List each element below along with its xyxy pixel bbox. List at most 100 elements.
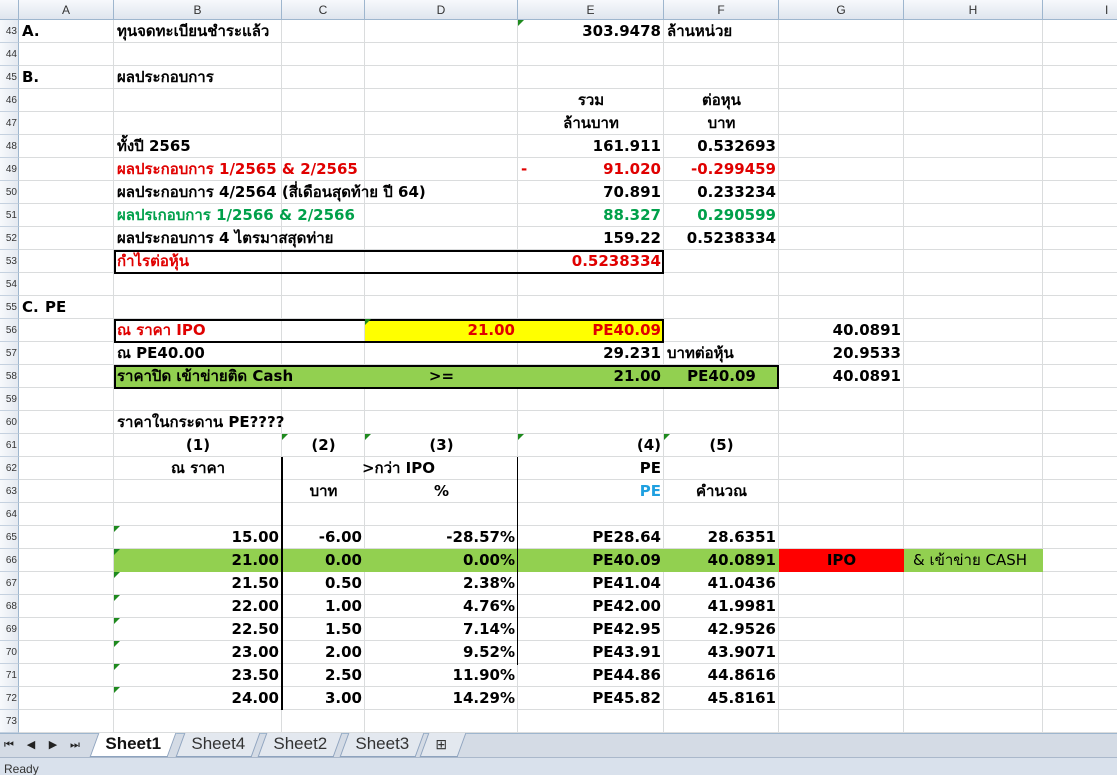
col-num-3[interactable]: (3) (365, 434, 518, 457)
header-percent[interactable]: % (365, 480, 518, 503)
pe-table-cell-price[interactable]: 23.00 (114, 641, 282, 664)
pe-table-cell-pe-label[interactable]: PE28.64 (518, 526, 664, 549)
column-header-i[interactable]: I (1043, 0, 1117, 20)
row-header[interactable]: 44 (0, 43, 19, 66)
pe-table-cell-diff-baht[interactable]: 2.50 (282, 664, 365, 687)
pe-table-cell-pe-label[interactable]: PE41.04 (518, 572, 664, 595)
pe-table-cell-diff-baht[interactable]: 1.00 (282, 595, 365, 618)
performance-row-total[interactable]: 161.911 (518, 135, 664, 158)
next-sheet-icon[interactable]: ▶ (46, 737, 60, 753)
section-c-label[interactable]: C. (19, 296, 42, 319)
pe-table-cell-diff-percent[interactable]: 2.38% (365, 572, 518, 595)
pe-table-cell-diff-percent[interactable]: 0.00% (365, 549, 518, 572)
row-header[interactable]: 59 (0, 388, 19, 411)
pe-table-cell-pe-label[interactable]: PE45.82 (518, 687, 664, 710)
col-num-2[interactable]: (2) (282, 434, 365, 457)
col-num-1[interactable]: (1) (114, 434, 282, 457)
header-total[interactable]: รวม (518, 89, 664, 112)
row-header[interactable]: 73 (0, 710, 19, 733)
pe-table-cell-pe-calc[interactable]: 43.9071 (664, 641, 779, 664)
column-header-g[interactable]: G (779, 0, 904, 20)
row-header[interactable]: 63 (0, 480, 19, 503)
paid-up-capital-value[interactable]: 303.9478 (518, 20, 664, 43)
pe-table-cell-price[interactable]: 22.00 (114, 595, 282, 618)
row-header[interactable]: 56 (0, 319, 19, 342)
section-b-label[interactable]: B. (19, 66, 42, 89)
tab-sheet1[interactable]: Sheet1 (89, 733, 177, 757)
header-unit-total[interactable]: ล้านบาท (518, 112, 664, 135)
pe40-calc[interactable]: 20.9533 (779, 342, 904, 365)
pe-table-cell-pe-calc[interactable]: 44.8616 (664, 664, 779, 687)
ipo-pe-value[interactable]: PE40.09 (518, 319, 664, 342)
header-pe[interactable]: PE (518, 457, 664, 480)
performance-row-label[interactable]: ผลประกอบการ 4 ไตรมาสสุดท่าย (114, 227, 336, 250)
row-header[interactable]: 70 (0, 641, 19, 664)
row-header[interactable]: 43 (0, 20, 19, 43)
performance-row-per-share[interactable]: 0.532693 (664, 135, 779, 158)
row-header[interactable]: 61 (0, 434, 19, 457)
row-header[interactable]: 62 (0, 457, 19, 480)
prev-sheet-icon[interactable]: ◀ (24, 737, 38, 753)
pe-table-cell-price[interactable]: 23.50 (114, 664, 282, 687)
pe-table-cell-pe-label[interactable]: PE43.91 (518, 641, 664, 664)
close-operator[interactable]: >= (365, 365, 518, 388)
performance-row-total[interactable]: 88.327 (518, 204, 664, 227)
pe40-label[interactable]: ณ PE40.00 (114, 342, 208, 365)
pe-table-cell-diff-percent[interactable]: 7.14% (365, 618, 518, 641)
performance-row-per-share[interactable]: 0.5238334 (664, 227, 779, 250)
column-header-b[interactable]: B (114, 0, 282, 20)
row-header[interactable]: 49 (0, 158, 19, 181)
performance-row-per-share[interactable]: 0.233234 (664, 181, 779, 204)
row-header[interactable]: 69 (0, 618, 19, 641)
ipo-price-value[interactable]: 21.00 (365, 319, 518, 342)
pe-table-cell-pe-label[interactable]: PE44.86 (518, 664, 664, 687)
pe-table-cell-diff-percent[interactable]: 9.52% (365, 641, 518, 664)
col-num-4[interactable]: (4) (518, 434, 664, 457)
pe-table-cell-price[interactable]: 21.00 (114, 549, 282, 572)
row-header[interactable]: 72 (0, 687, 19, 710)
pe-table-cell-pe-calc[interactable]: 28.6351 (664, 526, 779, 549)
pe-table-cell-diff-percent[interactable]: -28.57% (365, 526, 518, 549)
paid-up-capital-unit[interactable]: ล้านหน่วย (664, 20, 735, 43)
row-header[interactable]: 53 (0, 250, 19, 273)
paid-up-capital-label[interactable]: ทุนจดทะเบียนชำระแล้ว (114, 20, 272, 43)
row-header[interactable]: 50 (0, 181, 19, 204)
pe-table-cell-pe-calc[interactable]: 45.8161 (664, 687, 779, 710)
header-at-price[interactable]: ณ ราคา (114, 457, 282, 480)
pe40-price[interactable]: 29.231 (518, 342, 664, 365)
pe-table-title[interactable]: ราคาในกระดาน PE???? (114, 411, 287, 434)
pe-table-cell-pe-label[interactable]: PE42.00 (518, 595, 664, 618)
pe-table-cell-diff-baht[interactable]: 2.00 (282, 641, 365, 664)
ipo-pe-calc[interactable]: 40.0891 (779, 319, 904, 342)
row-header[interactable]: 55 (0, 296, 19, 319)
column-header-f[interactable]: F (664, 0, 779, 20)
performance-row-per-share[interactable]: 0.290599 (664, 204, 779, 227)
first-sheet-icon[interactable]: ⏮ (2, 737, 16, 753)
pe-table-cell-pe-calc[interactable]: 41.9981 (664, 595, 779, 618)
pe-table-cell-pe-label[interactable]: PE42.95 (518, 618, 664, 641)
section-a-label[interactable]: A. (19, 20, 43, 43)
row-header[interactable]: 45 (0, 66, 19, 89)
performance-row-total[interactable]: 91.020 (518, 158, 664, 181)
row-header[interactable]: 58 (0, 365, 19, 388)
header-baht[interactable]: บาท (282, 480, 365, 503)
pe-table-cell-pe-calc[interactable]: 41.0436 (664, 572, 779, 595)
tab-sheet3[interactable]: Sheet3 (339, 733, 425, 757)
performance-row-per-share[interactable]: -0.299459 (664, 158, 779, 181)
row-header[interactable]: 46 (0, 89, 19, 112)
tab-sheet4[interactable]: Sheet4 (175, 733, 261, 757)
ipo-tag[interactable]: IPO (779, 549, 904, 572)
row-header[interactable]: 71 (0, 664, 19, 687)
pe-table-cell-diff-baht[interactable]: 1.50 (282, 618, 365, 641)
spreadsheet-grid[interactable]: A B C D E F G H I 43 44 45 46 47 48 49 50 51 52 53… (0, 0, 1117, 733)
last-sheet-icon[interactable]: ⏭ (68, 737, 82, 753)
row-header[interactable]: 51 (0, 204, 19, 227)
header-above-ipo[interactable]: >กว่า IPO (322, 457, 475, 480)
performance-row-label[interactable]: ผลปรเกอบการ 1/2566 & 2/2566 (114, 204, 358, 227)
row-header[interactable]: 52 (0, 227, 19, 250)
pe-table-cell-diff-percent[interactable]: 14.29% (365, 687, 518, 710)
column-header-a[interactable]: A (19, 0, 114, 20)
pe-table-cell-price[interactable]: 15.00 (114, 526, 282, 549)
close-pe-value[interactable]: PE40.09 (664, 365, 779, 388)
column-header-e[interactable]: E (518, 0, 664, 20)
